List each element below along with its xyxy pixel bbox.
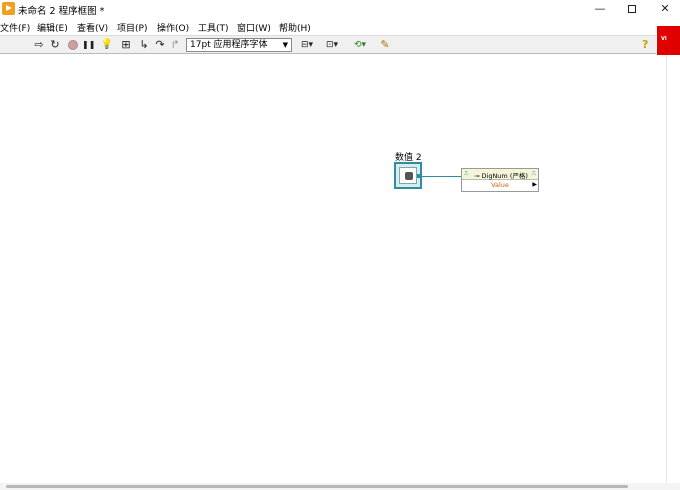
menu-edit[interactable]: 编辑(E) [37,21,68,34]
menu-help[interactable]: 帮助(H) [279,21,311,34]
font-select[interactable]: 17pt 应用程序字体 ▼ [186,38,292,52]
property-arrow-icon: ▶ [532,181,537,188]
step-over-button[interactable]: ↷ [153,38,167,52]
property-node[interactable]: ⎍ ⊸ DigNum (严格) ⎍ Value ▶ [461,168,539,192]
property-node-class: ⊸ DigNum (严格) [474,172,528,180]
vi-icon-label: VI [661,36,667,42]
toolbar: ⇨ ↻ ❚❚ 💡 ⊞ ↳ ↷ ↱ 17pt 应用程序字体 ▼ ⊟▾ ⊡▾ ⟲▾ … [0,35,656,54]
horizontal-scrollbar[interactable] [0,483,680,490]
terminal-output-connector[interactable] [417,174,421,178]
chevron-down-icon: ▼ [282,41,288,49]
reference-icon [399,167,417,184]
context-help-button[interactable]: ? [642,38,648,51]
pause-button[interactable]: ❚❚ [82,38,95,52]
maximize-button[interactable] [615,0,649,19]
block-diagram-canvas[interactable] [0,55,666,483]
property-node-header: ⎍ ⊸ DigNum (严格) ⎍ [462,169,538,180]
clean-up-diagram-button[interactable]: ✎ [376,38,394,52]
window-title: 未命名 2 程序框图 * [18,6,105,17]
run-button[interactable]: ⇨ [32,38,46,52]
align-objects-button[interactable]: ⊟▾ [297,38,317,52]
reference-in-icon[interactable]: ⎍ [464,170,468,178]
retain-wire-values-button[interactable]: ⊞ [119,38,133,52]
labview-app-icon [2,2,15,15]
vertical-scrollbar[interactable] [666,55,680,483]
abort-button[interactable] [68,40,78,50]
font-select-value: 17pt 应用程序字体 [190,40,268,50]
run-continuously-button[interactable]: ↻ [48,38,62,52]
menu-view[interactable]: 查看(V) [77,21,108,34]
distribute-objects-button[interactable]: ⊡▾ [322,38,342,52]
reference-wire[interactable] [422,176,463,177]
property-value-item[interactable]: Value [462,181,538,191]
menu-window[interactable]: 窗口(W) [237,21,271,34]
reference-out-icon[interactable]: ⎍ [532,170,536,178]
highlight-execution-button[interactable]: 💡 [100,38,114,52]
maximize-icon [628,5,636,13]
minimize-button[interactable]: — [583,0,617,19]
reorder-button[interactable]: ⟲▾ [350,38,370,52]
close-button[interactable]: ✕ [648,0,680,19]
menu-bar: 文件(F) 编辑(E) 查看(V) 项目(P) 操作(O) 工具(T) 窗口(W… [0,19,656,35]
step-into-button[interactable]: ↳ [136,38,152,52]
menu-project[interactable]: 项目(P) [117,21,147,34]
title-bar: 未命名 2 程序框图 * — ✕ [0,0,680,19]
vi-icon[interactable]: VI [657,26,680,55]
horizontal-scroll-thumb[interactable] [6,485,628,488]
menu-tools[interactable]: 工具(T) [198,21,229,34]
step-out-button[interactable]: ↱ [168,38,182,52]
menu-file[interactable]: 文件(F) [0,21,30,34]
menu-operate[interactable]: 操作(O) [157,21,189,34]
